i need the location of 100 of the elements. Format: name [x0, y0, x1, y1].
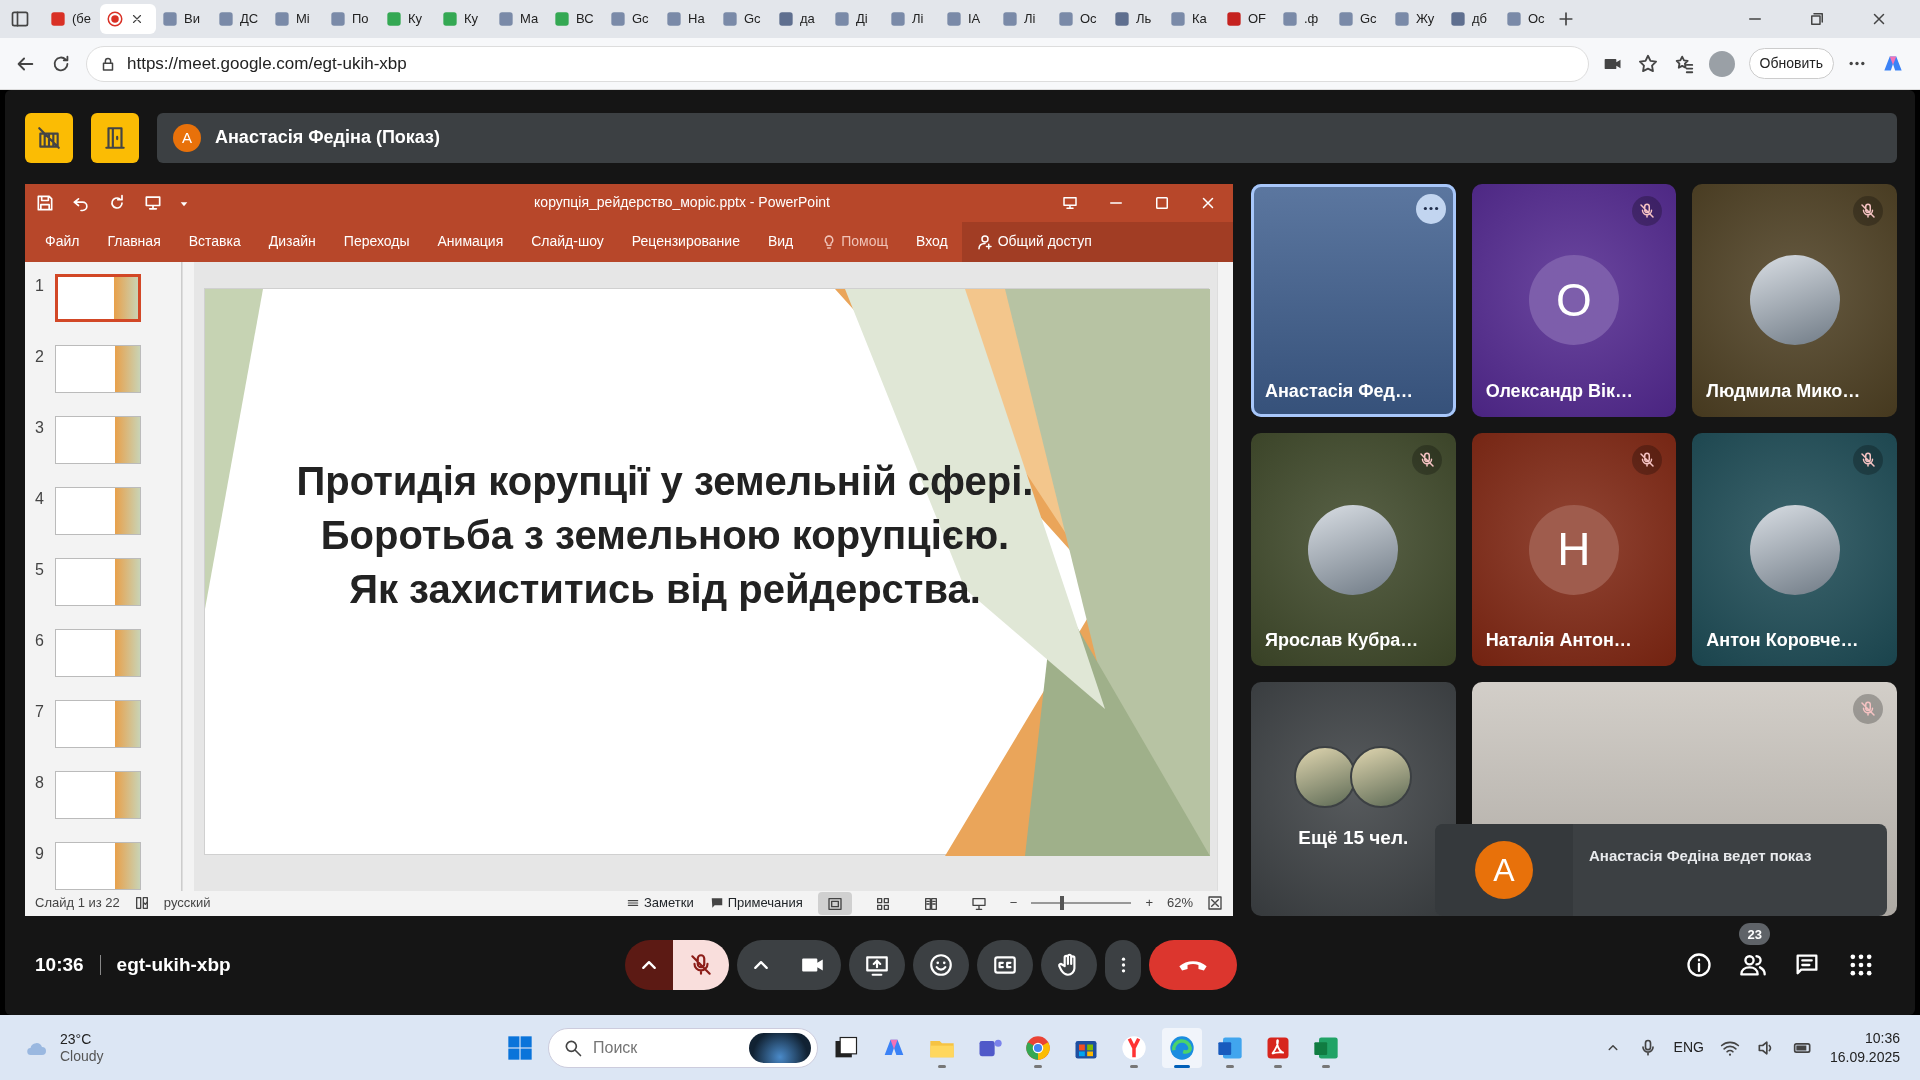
raise-hand-button[interactable] [1041, 940, 1097, 991]
fit-icon[interactable] [1207, 895, 1223, 912]
browser-tab[interactable]: ВС [548, 4, 604, 34]
browser-tab[interactable]: ДС [212, 4, 268, 34]
browser-tab[interactable]: Ку [436, 4, 492, 34]
info-icon[interactable] [1685, 951, 1713, 980]
browser-tab[interactable]: Ос [1052, 4, 1108, 34]
address-field[interactable]: https://meet.google.com/egt-ukih-xbp [86, 45, 1589, 82]
participant-tile[interactable]: Людмила Мико… [1692, 183, 1897, 417]
hide-button[interactable] [25, 112, 73, 163]
browser-tab[interactable]: Лі [884, 4, 940, 34]
slide-thumbnail[interactable] [55, 770, 141, 819]
slide-thumbnail[interactable] [55, 557, 141, 606]
clock-time[interactable]: 10:36 [1864, 1029, 1900, 1048]
browser-tab[interactable]: Ос [1500, 4, 1556, 34]
scrollbar[interactable] [1217, 261, 1233, 891]
browser-tab[interactable]: Ви [156, 4, 212, 34]
browser-tab[interactable]: да [772, 4, 828, 34]
more-options-button[interactable] [1415, 193, 1446, 224]
participant-tile[interactable]: Ярослав Кубра… [1251, 433, 1456, 667]
captions-button[interactable] [977, 940, 1033, 991]
browser-tab[interactable]: Gc [1332, 4, 1388, 34]
browser-tab[interactable]: дб [1444, 4, 1500, 34]
ribbon-tab[interactable]: Дизайн [254, 231, 330, 253]
browser-tab[interactable]: OF [1220, 4, 1276, 34]
browser-tab[interactable]: Жу [1388, 4, 1444, 34]
slide-thumbnail[interactable] [55, 415, 141, 464]
running-indicator [1034, 1064, 1042, 1068]
slide-thumbnail[interactable] [55, 699, 141, 748]
browser-tab[interactable]: Ль [1108, 4, 1164, 34]
sign-in-link[interactable]: Вход [902, 231, 962, 253]
ribbon-tab[interactable]: Рецензирование [617, 231, 754, 253]
camera-button[interactable] [785, 940, 841, 991]
browser-tab[interactable]: ІА [940, 4, 996, 34]
browser-tab[interactable]: На [660, 4, 716, 34]
notes-button[interactable]: Заметки [625, 892, 695, 914]
present-button[interactable] [849, 940, 905, 991]
browser-tab[interactable]: Ка [1164, 4, 1220, 34]
restore-icon[interactable] [1808, 10, 1826, 28]
clock-date[interactable]: 16.09.2025 [1829, 1047, 1900, 1066]
running-indicator [1322, 1064, 1330, 1068]
slider-thumb[interactable] [1060, 896, 1065, 911]
running-indicator [1174, 1064, 1190, 1068]
slide-thumbnail[interactable] [55, 273, 141, 322]
notice-text: Анастасія Федіна ведет показ [1588, 845, 1813, 866]
options-button[interactable] [625, 940, 673, 991]
spellcheck-icon[interactable] [133, 895, 150, 912]
zoom-in-button[interactable]: + [1145, 893, 1153, 913]
ribbon-tab[interactable]: Файл [31, 231, 94, 253]
more-options-button[interactable] [1105, 940, 1141, 991]
participant-name: Анастасія Фед… [1265, 380, 1414, 403]
browser-tab[interactable] [100, 4, 156, 34]
end-call-button[interactable] [1149, 940, 1237, 991]
options-button[interactable] [737, 940, 785, 991]
browser-tab[interactable]: Gc [716, 4, 772, 34]
input-language[interactable]: ENG [1673, 1037, 1704, 1058]
favicon-icon [1282, 11, 1298, 27]
ribbon-tab[interactable]: Анимация [423, 231, 518, 253]
browser-tab[interactable]: Ді [828, 4, 884, 34]
share-button[interactable]: Общий доступ [961, 221, 1233, 262]
emoji-button[interactable] [913, 940, 969, 991]
browser-tab[interactable]: .ф [1276, 4, 1332, 34]
zoom-out-button[interactable]: − [1009, 893, 1018, 913]
browser-tab[interactable]: (бе [44, 4, 100, 34]
favicon-icon [330, 11, 346, 27]
close-icon[interactable] [130, 12, 144, 26]
exit-button[interactable] [91, 112, 139, 163]
slide-thumbnail[interactable] [55, 841, 141, 890]
star-icon[interactable] [1636, 52, 1659, 75]
sidebar-icon[interactable] [10, 9, 30, 29]
ribbon-tab[interactable]: Переходы [329, 231, 424, 253]
scrollbar[interactable] [182, 261, 194, 891]
microphone-button[interactable] [673, 940, 729, 991]
browser-tab[interactable]: Ку [380, 4, 436, 34]
slide-thumbnail[interactable] [55, 486, 141, 535]
browser-tab[interactable]: Мі [268, 4, 324, 34]
ribbon-tab[interactable]: Слайд-шоу [517, 231, 618, 253]
participant-tile[interactable]: О Олександр Вік… [1471, 183, 1677, 417]
comments-button[interactable]: Примечания [708, 892, 804, 914]
participant-tile[interactable]: Н Наталія Антон… [1471, 433, 1677, 667]
ribbon-tab[interactable]: Вставка [174, 231, 255, 253]
participant-tile[interactable]: Анастасія Фед… [1251, 183, 1456, 417]
ribbon-tab[interactable]: Главная [93, 231, 175, 253]
slide-thumbnail[interactable] [55, 344, 141, 393]
participant-tile[interactable]: Антон Коровче… [1692, 433, 1897, 667]
browser-tab[interactable]: По [324, 4, 380, 34]
slide-number: 3 [35, 417, 45, 438]
slide-number: 7 [35, 701, 45, 722]
slide-thumbnail[interactable] [55, 628, 141, 677]
search-input[interactable]: Поиск [591, 1034, 741, 1061]
browser-tab[interactable]: Ма [492, 4, 548, 34]
browser-tab[interactable]: Лі [996, 4, 1052, 34]
more-icon[interactable] [1848, 61, 1866, 66]
view-button[interactable] [817, 891, 852, 915]
search-bar[interactable]: Поиск [548, 1027, 818, 1068]
more-participants-tile[interactable]: Ещё 15 чел. [1251, 682, 1456, 916]
browser-tab[interactable]: Gc [604, 4, 660, 34]
update-button[interactable]: Обновить [1748, 48, 1834, 79]
ribbon-tab[interactable]: Вид [753, 231, 808, 253]
favicon-icon [1058, 11, 1074, 27]
